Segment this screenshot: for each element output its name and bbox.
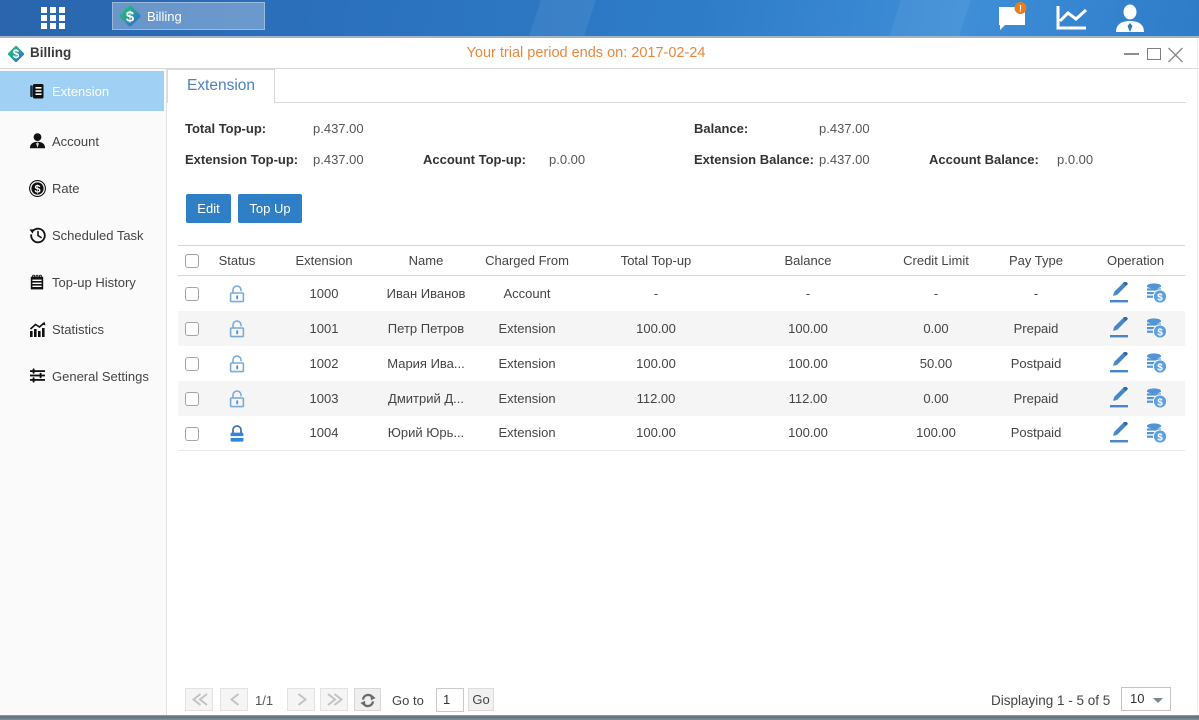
svg-text:$: $ xyxy=(1157,432,1163,443)
svg-text:$: $ xyxy=(1157,362,1163,373)
svg-text:!: ! xyxy=(1019,4,1022,14)
svg-text:$: $ xyxy=(1157,327,1163,338)
svg-text:$: $ xyxy=(1157,293,1163,304)
svg-text:$: $ xyxy=(1157,397,1163,408)
svg-text:$: $ xyxy=(126,8,135,25)
svg-text:$: $ xyxy=(34,184,40,196)
